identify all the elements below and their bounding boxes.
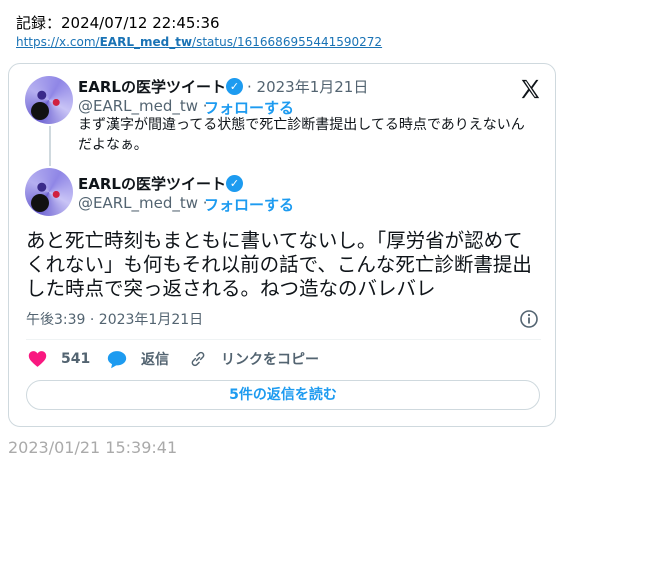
tweet-timestamp[interactable]: 午後3:39 · 2023年1月21日	[26, 309, 203, 329]
tweet-link[interactable]: https://x.com/EARL_med_tw/status/1616686…	[16, 35, 382, 49]
like-count: 541	[61, 351, 91, 367]
reply-author-name[interactable]: EARLの医学ツイート	[78, 76, 226, 97]
reply-button[interactable]: 返信	[107, 349, 169, 369]
tweet-embed-card: EARLの医学ツイート ✓ · 2023年1月21日 @EARL_med_tw …	[8, 63, 556, 427]
reply-label: 返信	[141, 352, 169, 368]
heart-icon	[28, 351, 47, 367]
info-icon[interactable]	[519, 309, 539, 329]
reply-bubble-icon	[107, 350, 127, 368]
verified-badge-icon: ✓	[226, 175, 243, 192]
verified-badge-icon: ✓	[226, 78, 243, 95]
record-label: 記録：2024/07/12 22:45:36	[16, 14, 220, 32]
link-icon	[191, 351, 205, 367]
copy-link-button[interactable]: リンクをコピー	[189, 349, 319, 369]
url-user: EARL_med_tw	[99, 35, 193, 49]
main-author-name[interactable]: EARLの医学ツイート	[78, 173, 226, 194]
url-suffix: /status/1616686955441590272	[192, 35, 383, 49]
like-button[interactable]: 541	[28, 349, 90, 369]
main-tweet-text: あと死亡時刻もまともに書いてないし。「厚労省が認めてくれない」も何もそれ以前の話…	[26, 229, 532, 300]
copy-link-label: リンクをコピー	[221, 352, 319, 368]
divider	[26, 339, 541, 340]
author-avatar[interactable]	[25, 168, 73, 216]
x-logo-icon[interactable]	[519, 78, 541, 100]
main-handle[interactable]: @EARL_med_tw ·	[78, 194, 208, 212]
reply-tweet-text: まず漢字が間違ってる状態で死亡診断書提出してる時点でありえないんだよなぁ。	[78, 117, 525, 153]
capture-time: 2023/01/21 15:39:41	[8, 438, 178, 457]
read-replies-button[interactable]: 5件の返信を読む	[26, 380, 540, 410]
url-prefix: https://x.com/	[16, 35, 100, 49]
author-avatar[interactable]	[25, 76, 73, 124]
follow-button[interactable]: フォローする	[204, 194, 294, 215]
thread-line	[49, 126, 51, 166]
reply-date[interactable]: · 2023年1月21日	[247, 76, 368, 97]
reply-handle[interactable]: @EARL_med_tw ·	[78, 97, 208, 115]
